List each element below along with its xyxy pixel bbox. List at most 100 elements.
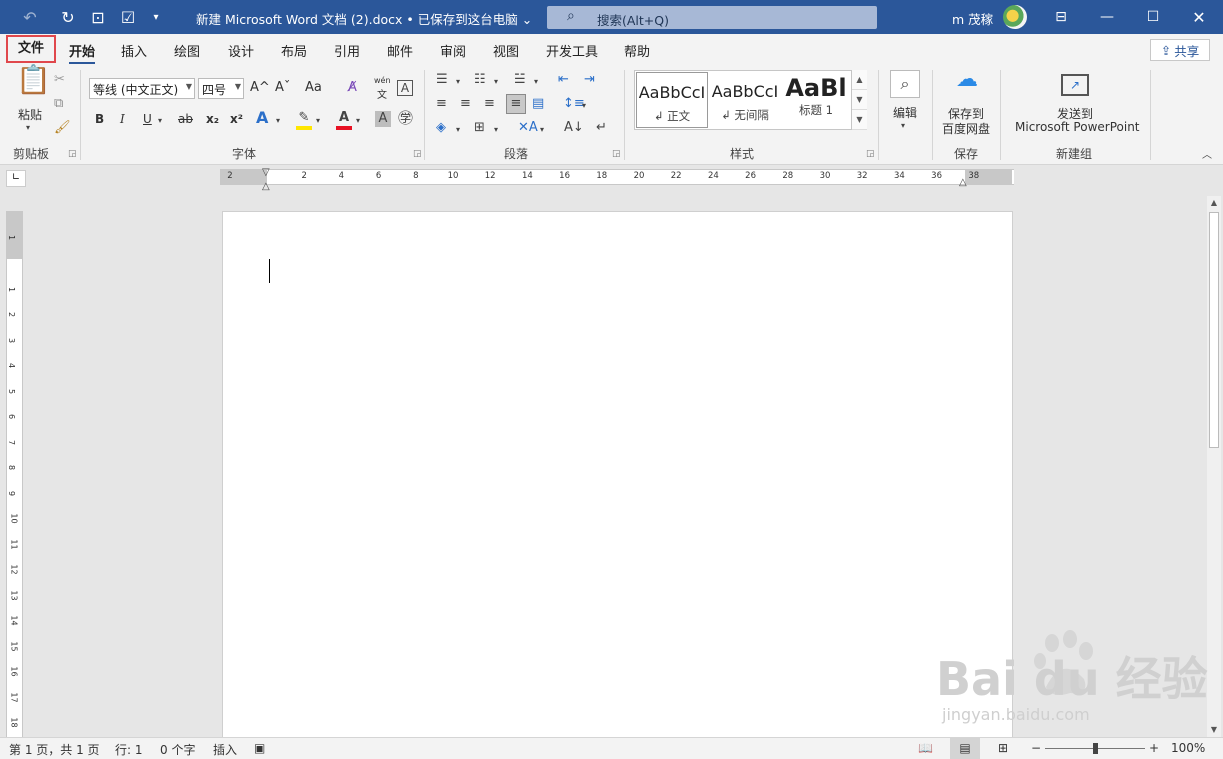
align-center-icon[interactable]: ≡ — [460, 96, 471, 112]
chevron-down-icon[interactable]: ▾ — [494, 122, 498, 138]
right-indent-marker[interactable]: △ — [959, 175, 967, 191]
web-layout-icon[interactable]: ⊞ — [998, 741, 1008, 755]
sort-icon[interactable]: A↓ — [564, 120, 584, 136]
chevron-down-icon[interactable]: ▾ — [276, 113, 280, 129]
undo-icon[interactable]: ↶ — [18, 6, 42, 28]
qat-dropdown-icon[interactable]: ▾ — [144, 6, 168, 28]
chevron-down-icon[interactable]: ▾ — [456, 74, 460, 90]
tab-developer[interactable]: 开发工具 — [546, 41, 598, 60]
increase-indent-icon[interactable]: ⇥ — [584, 72, 595, 88]
print-layout-icon[interactable]: ▤ — [950, 738, 980, 759]
font-color-icon[interactable]: A — [336, 110, 352, 130]
underline-button[interactable]: U — [143, 112, 152, 126]
char-border-icon[interactable]: A — [397, 80, 413, 96]
chevron-down-icon[interactable]: ▾ — [494, 74, 498, 90]
style-heading-1[interactable]: AaBl 标题 1 — [781, 72, 851, 128]
align-right-icon[interactable]: ≡ — [484, 96, 495, 112]
bold-button[interactable]: B — [95, 112, 104, 126]
format-painter-icon[interactable]: 🖌 — [54, 120, 71, 136]
zoom-level[interactable]: 100% — [1171, 741, 1205, 755]
chevron-down-icon[interactable]: ▼ — [852, 90, 867, 110]
customize-icon[interactable]: ⊡ — [86, 6, 110, 28]
scroll-thumb[interactable] — [1209, 212, 1219, 448]
avatar[interactable] — [1003, 5, 1027, 29]
baidu-netdisk-icon[interactable]: ☁ — [952, 69, 982, 91]
read-mode-icon[interactable]: 📖 — [918, 741, 933, 755]
subscript-button[interactable]: x₂ — [206, 112, 219, 126]
superscript-button[interactable]: x² — [230, 112, 243, 126]
chevron-down-icon[interactable]: ▾ — [901, 118, 905, 134]
document-title[interactable]: 新建 Microsoft Word 文档 (2).docx • 已保存到这台电脑… — [196, 9, 532, 28]
enclose-char-icon[interactable]: ㊫ — [398, 110, 413, 126]
font-launcher-icon[interactable]: ◲ — [413, 149, 422, 159]
borders-icon[interactable]: ⊞ — [474, 120, 485, 136]
numbering-icon[interactable]: ☷ — [474, 72, 486, 88]
ribbon-display-icon[interactable]: ⊟ — [1038, 0, 1084, 34]
change-case-button[interactable]: Aa — [305, 80, 322, 95]
multilevel-list-icon[interactable]: ☱ — [514, 72, 526, 88]
cut-icon[interactable]: ✂ — [54, 72, 65, 88]
chevron-down-icon[interactable]: ▾ — [316, 113, 320, 129]
font-size-select[interactable]: 四号 ▼ — [198, 78, 244, 99]
bullets-icon[interactable]: ☰ — [436, 72, 448, 88]
font-name-select[interactable]: 等线 (中文正文) ▼ — [89, 78, 195, 99]
chinese-layout-icon[interactable]: ✕A — [518, 120, 538, 136]
vertical-scrollbar[interactable]: ▲ ▼ — [1207, 196, 1221, 737]
tab-home[interactable]: 开始 — [69, 41, 96, 65]
tab-layout[interactable]: 布局 — [281, 41, 307, 60]
chevron-down-icon[interactable]: ▾ — [356, 113, 360, 129]
line-number[interactable]: 行: 1 — [115, 741, 143, 758]
styles-launcher-icon[interactable]: ◲ — [866, 149, 875, 159]
document-page[interactable] — [222, 211, 1013, 741]
grow-font-button[interactable]: A^ — [250, 80, 270, 95]
decrease-indent-icon[interactable]: ⇤ — [558, 72, 569, 88]
macro-record-icon[interactable]: ▣ — [254, 741, 265, 755]
horizontal-ruler[interactable]: 2 2 4 6 8 10 12 14 16 18 20 22 24 26 28 30 32 34 36 38 — [220, 169, 1014, 185]
shrink-font-button[interactable]: Aˇ — [275, 80, 290, 95]
paste-dropdown-icon[interactable]: ▾ — [26, 120, 30, 136]
hanging-indent-marker[interactable]: △ — [262, 179, 270, 195]
zoom-slider[interactable] — [1045, 743, 1145, 754]
chevron-up-icon[interactable]: ▲ — [852, 70, 867, 90]
styles-scroll[interactable]: ▲ ▼ ▼ — [851, 70, 867, 130]
tab-help[interactable]: 帮助 — [624, 41, 650, 60]
chevron-down-icon[interactable]: ▾ — [582, 98, 586, 114]
copy-icon[interactable]: ⧉ — [54, 96, 63, 112]
char-shading-icon[interactable]: A — [375, 111, 391, 127]
send-ppt-line2[interactable]: Microsoft PowerPoint — [1015, 120, 1140, 134]
shading-icon[interactable]: ◈ — [436, 120, 446, 136]
minimize-button[interactable]: — — [1084, 0, 1130, 34]
style-normal[interactable]: AaBbCcI ↲ 正文 — [636, 72, 708, 128]
save-netdisk-line2[interactable]: 百度网盘 — [942, 120, 990, 137]
strikethrough-button[interactable]: ab — [178, 112, 193, 126]
scroll-down-icon[interactable]: ▼ — [1207, 723, 1221, 737]
distributed-icon[interactable]: ▤ — [532, 96, 544, 112]
tab-review[interactable]: 审阅 — [440, 41, 466, 60]
zoom-in-icon[interactable]: + — [1149, 741, 1159, 755]
share-button[interactable]: ⇪ 共享 — [1150, 39, 1210, 61]
style-no-spacing[interactable]: AaBbCcI ↲ 无间隔 — [709, 72, 781, 128]
paste-icon[interactable]: 📋 — [16, 66, 51, 94]
more-styles-icon[interactable]: ▼ — [852, 110, 867, 130]
word-count[interactable]: 0 个字 — [160, 741, 195, 758]
tab-view[interactable]: 视图 — [493, 41, 519, 60]
chevron-down-icon[interactable]: ▾ — [540, 122, 544, 138]
collapse-ribbon-icon[interactable]: ︿ — [1202, 148, 1212, 164]
clear-format-icon[interactable]: A̸ — [348, 80, 357, 96]
scroll-up-icon[interactable]: ▲ — [1207, 196, 1221, 210]
vertical-ruler[interactable]: 1 1 2 3 4 5 6 7 8 9 10 11 12 13 14 15 16 17 18 — [6, 211, 23, 737]
send-to-powerpoint-icon[interactable]: ↗ — [1061, 74, 1089, 96]
zoom-out-icon[interactable]: − — [1031, 741, 1041, 755]
paragraph-launcher-icon[interactable]: ◲ — [612, 149, 621, 159]
pinyin-label[interactable]: wén — [374, 76, 391, 85]
tab-selector[interactable]: ∟ — [6, 170, 26, 187]
tab-mailings[interactable]: 邮件 — [387, 41, 413, 60]
chevron-down-icon[interactable]: ▾ — [158, 113, 162, 129]
italic-button[interactable]: I — [120, 112, 125, 126]
redo-icon[interactable]: ↻ — [56, 6, 80, 28]
insert-mode[interactable]: 插入 — [213, 741, 237, 758]
user-name[interactable]: m 茂稼 — [952, 9, 993, 28]
tab-draw[interactable]: 绘图 — [174, 41, 200, 60]
maximize-button[interactable]: ☐ — [1130, 0, 1176, 34]
highlight-icon[interactable]: ✎ — [296, 110, 312, 130]
